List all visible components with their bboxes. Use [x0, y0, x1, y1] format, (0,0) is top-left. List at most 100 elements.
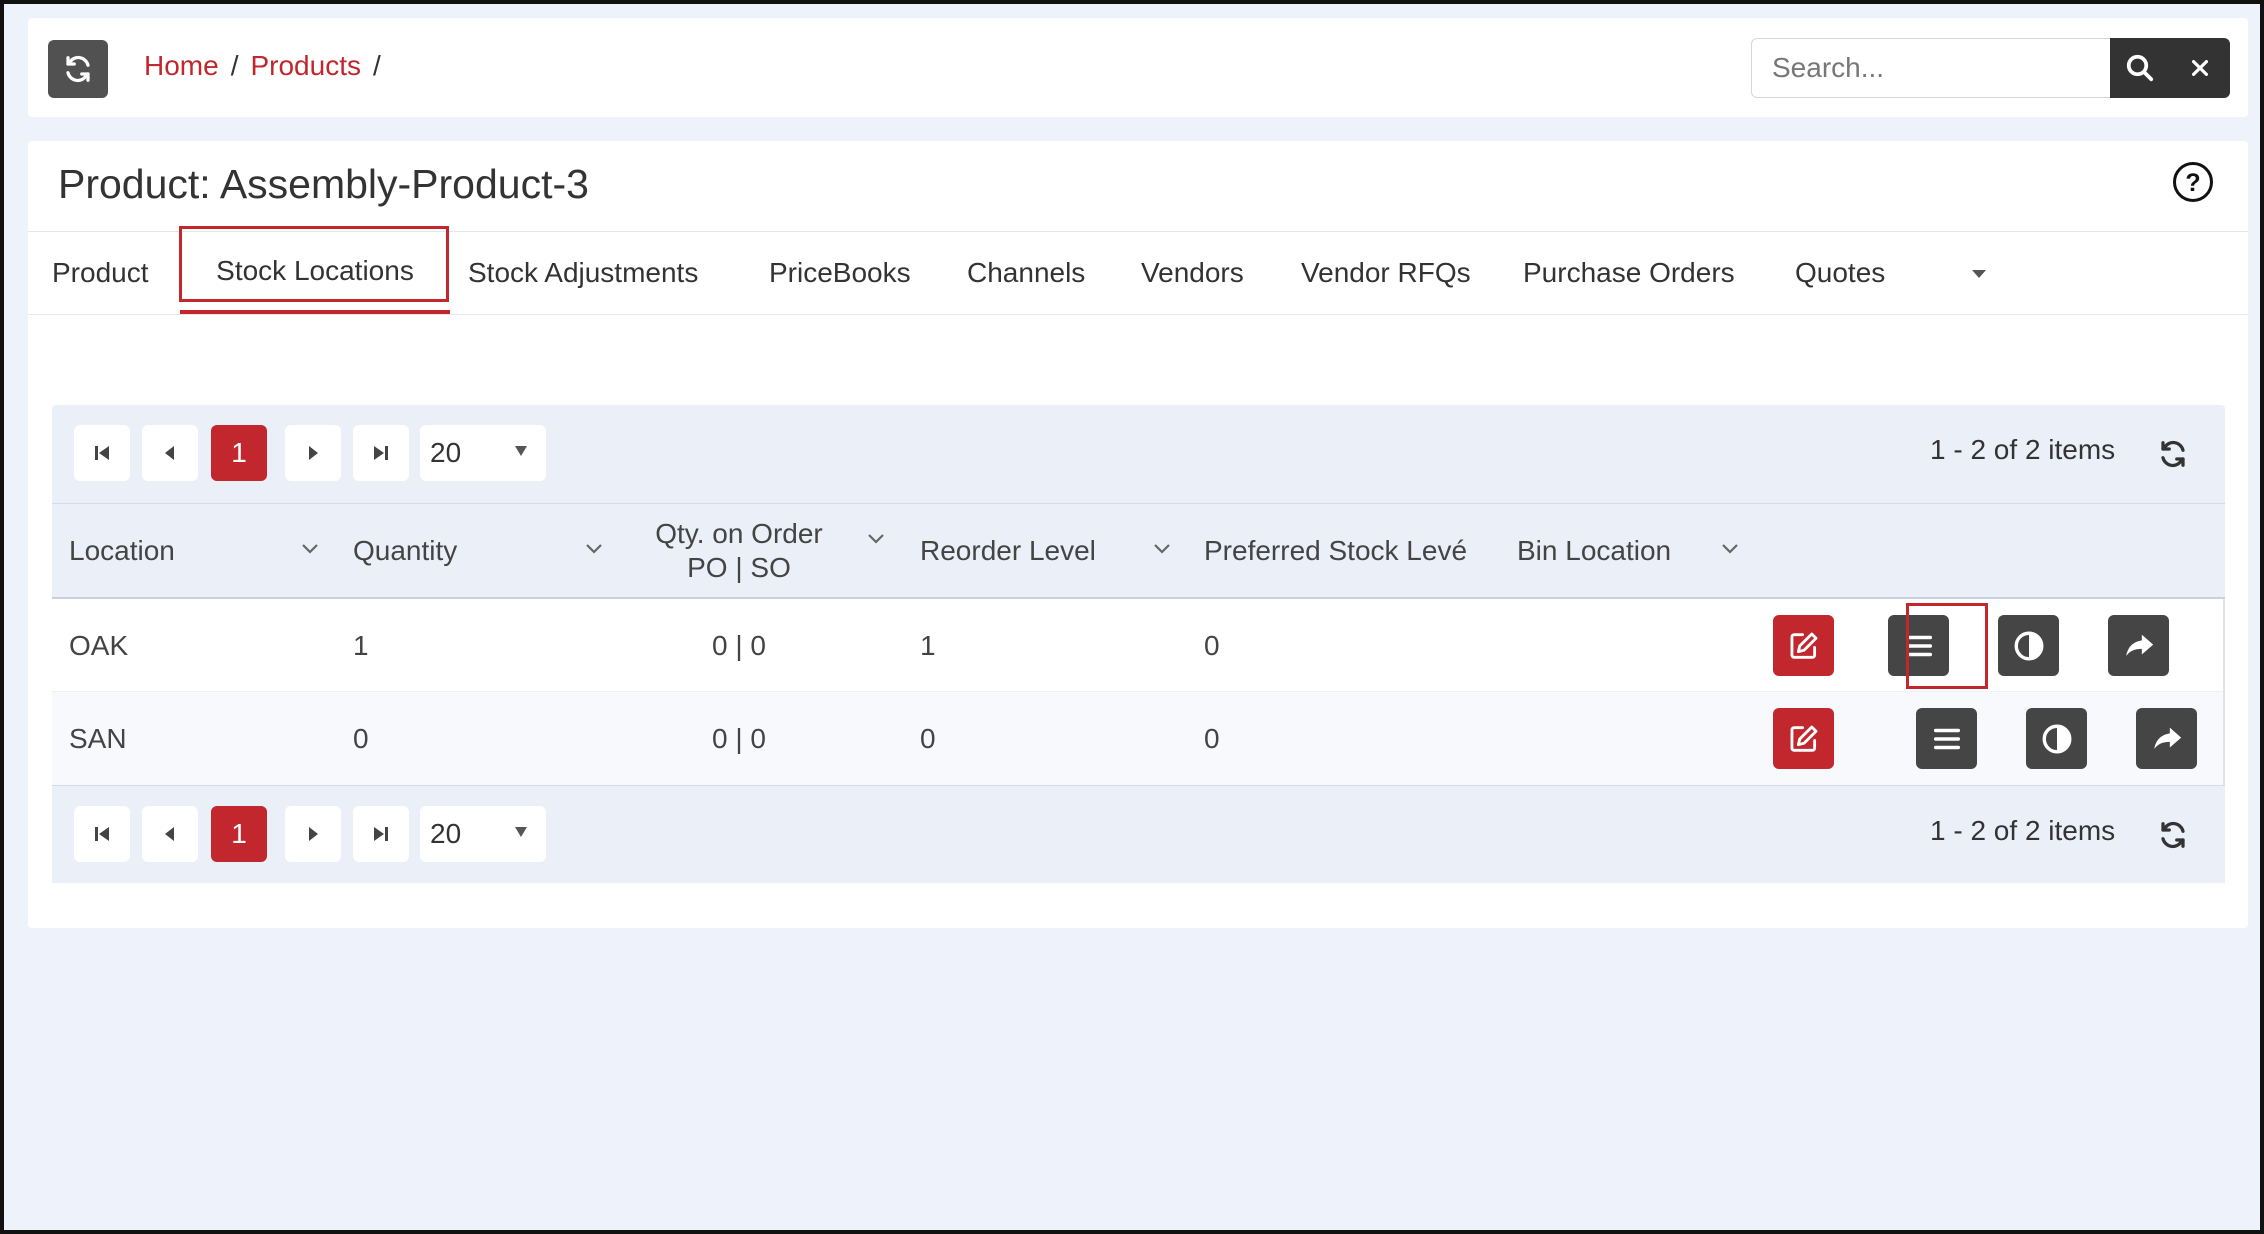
share-button[interactable]: [2136, 708, 2197, 769]
next-page-icon: [309, 827, 318, 841]
prev-page-button[interactable]: [142, 425, 198, 481]
stock-locations-grid: 1 20 1 - 2 of 2 items Location Quantity: [52, 405, 2225, 883]
pager-info: 1 - 2 of 2 items: [1930, 434, 2116, 465]
search-input[interactable]: [1751, 38, 2110, 98]
pager-bottom: 1 20 1 - 2 of 2 items: [52, 785, 2225, 883]
contrast-button[interactable]: [1998, 615, 2059, 676]
column-header-quantity[interactable]: Quantity: [353, 504, 457, 598]
breadcrumb: Home / Products /: [144, 50, 381, 82]
chevron-down-icon: [515, 827, 527, 837]
edit-button[interactable]: [1773, 615, 1834, 676]
chevron-down-icon[interactable]: [584, 542, 604, 556]
clear-search-button[interactable]: [2170, 38, 2230, 98]
column-header-location[interactable]: Location: [69, 504, 175, 598]
help-icon[interactable]: ?: [2172, 161, 2214, 203]
prev-page-icon: [165, 827, 174, 841]
breadcrumb-separator: /: [230, 50, 239, 81]
cell-preferred-stock-level: 0: [1204, 629, 1220, 661]
menu-button[interactable]: [1888, 615, 1949, 676]
cell-location: SAN: [69, 722, 127, 754]
share-icon: [2125, 634, 2153, 656]
search-button[interactable]: [2110, 38, 2170, 98]
tab-pricebooks[interactable]: PriceBooks: [769, 232, 911, 314]
column-header-preferred-stock-level[interactable]: Preferred Stock Levé: [1204, 504, 1526, 598]
contrast-button[interactable]: [2026, 708, 2087, 769]
next-page-button[interactable]: [285, 806, 341, 862]
breadcrumb-separator: /: [372, 50, 381, 81]
prev-page-icon: [165, 446, 174, 460]
grid-scrollbar-divider: [2223, 599, 2225, 785]
chevron-down-icon[interactable]: [866, 532, 886, 546]
tab-quotes[interactable]: Quotes: [1795, 232, 1885, 314]
next-page-button[interactable]: [285, 425, 341, 481]
column-header-qty-on-order[interactable]: Qty. on Order PO | SO: [636, 504, 842, 598]
tab-stock-locations[interactable]: Stock Locations: [180, 232, 450, 314]
menu-button[interactable]: [1916, 708, 1977, 769]
cell-reorder-level: 0: [920, 722, 936, 754]
pager-info: 1 - 2 of 2 items: [1930, 815, 2116, 846]
refresh-button[interactable]: [48, 40, 108, 98]
last-page-icon: [374, 827, 388, 841]
cell-location: OAK: [69, 629, 129, 661]
first-page-button[interactable]: [74, 806, 130, 862]
chevron-down-icon[interactable]: [300, 542, 320, 556]
share-icon: [2153, 727, 2181, 749]
cell-preferred-stock-level: 0: [1204, 722, 1220, 754]
edit-button[interactable]: [1773, 708, 1834, 769]
last-page-button[interactable]: [353, 806, 409, 862]
top-bar: Home / Products /: [28, 18, 2248, 117]
page-size-select[interactable]: 20: [420, 806, 546, 862]
contrast-icon: [2014, 631, 2043, 660]
cell-qty-on-order: 0 | 0: [712, 722, 766, 754]
chevron-down-icon[interactable]: [1970, 268, 1988, 280]
edit-icon: [1790, 725, 1817, 752]
cell-qty-on-order: 0 | 0: [712, 629, 766, 661]
last-page-button[interactable]: [353, 425, 409, 481]
prev-page-button[interactable]: [142, 806, 198, 862]
column-header-qty-on-order-line2: PO | SO: [687, 552, 791, 583]
tab-vendors[interactable]: Vendors: [1141, 232, 1244, 314]
current-page-button[interactable]: 1: [211, 806, 267, 862]
tab-vendor-rfqs[interactable]: Vendor RFQs: [1301, 232, 1471, 314]
tab-channels[interactable]: Channels: [967, 232, 1085, 314]
next-page-icon: [309, 446, 318, 460]
grid-header: Location Quantity Qty. on Order PO | SO …: [52, 503, 2225, 599]
page-size-value: 20: [430, 818, 462, 849]
first-page-button[interactable]: [74, 425, 130, 481]
main-panel: Product: Assembly-Product-3 ? Product St…: [28, 141, 2248, 928]
tab-stock-adjustments[interactable]: Stock Adjustments: [468, 232, 698, 314]
chevron-down-icon[interactable]: [1720, 542, 1740, 556]
cell-reorder-level: 1: [920, 629, 936, 661]
search-icon: [2126, 54, 2154, 82]
share-button[interactable]: [2108, 615, 2169, 676]
page-title: Product: Assembly-Product-3: [58, 161, 589, 207]
refresh-icon[interactable]: [2158, 820, 2188, 850]
contrast-icon: [2042, 724, 2071, 753]
breadcrumb-products[interactable]: Products: [250, 50, 361, 82]
menu-icon: [1933, 728, 1960, 749]
cell-quantity: 0: [353, 722, 369, 754]
page-size-select[interactable]: 20: [420, 425, 546, 481]
tab-purchase-orders[interactable]: Purchase Orders: [1523, 232, 1735, 314]
chevron-down-icon: [515, 446, 527, 456]
chevron-down-icon[interactable]: [1152, 542, 1172, 556]
first-page-icon: [95, 446, 109, 460]
edit-icon: [1790, 632, 1817, 659]
svg-text:?: ?: [2185, 169, 2200, 197]
tab-product[interactable]: Product: [52, 232, 149, 314]
breadcrumb-home[interactable]: Home: [144, 50, 219, 82]
refresh-icon[interactable]: [2158, 439, 2188, 469]
last-page-icon: [374, 446, 388, 460]
column-header-bin-location[interactable]: Bin Location: [1517, 504, 1671, 598]
tab-bar: Product Stock Locations Stock Adjustment…: [28, 226, 2248, 315]
table-row: SAN 0 0 | 0 0 0: [52, 692, 2225, 785]
table-row: OAK 1 0 | 0 1 0: [52, 599, 2225, 692]
menu-icon: [1905, 635, 1932, 656]
refresh-icon: [66, 55, 90, 83]
first-page-icon: [95, 827, 109, 841]
page-size-value: 20: [430, 437, 462, 468]
column-header-reorder-level[interactable]: Reorder Level: [920, 504, 1096, 598]
column-header-qty-on-order-line1: Qty. on Order: [655, 518, 823, 549]
close-icon: [2191, 59, 2209, 77]
current-page-button[interactable]: 1: [211, 425, 267, 481]
